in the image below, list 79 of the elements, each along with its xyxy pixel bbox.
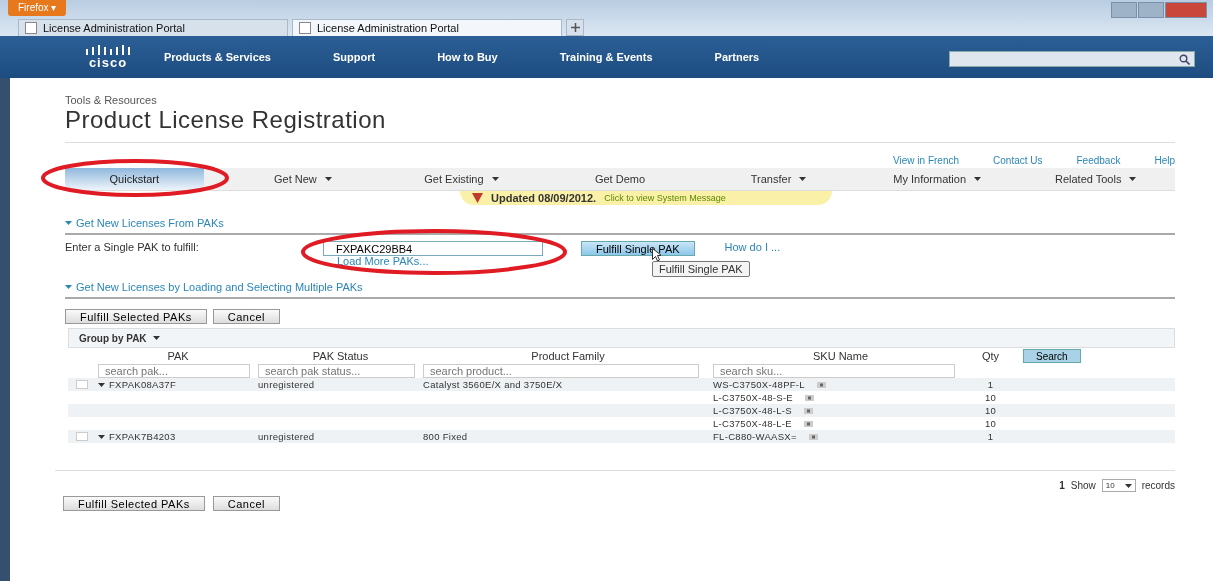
caret-icon (1124, 483, 1132, 488)
search-icon[interactable] (1179, 53, 1190, 65)
fulfill-single-pak-button[interactable]: Fulfill Single PAK (581, 241, 695, 256)
logo-bars-icon (86, 44, 130, 55)
table-cell: FXPAK08A37F (109, 379, 177, 390)
nav-tab[interactable]: Transfer (699, 168, 858, 190)
browser-tab[interactable]: License Administration Portal (18, 19, 288, 36)
table-cell: 10 (984, 392, 997, 403)
message-link[interactable]: Click to view System Message (604, 193, 726, 203)
show-label: Show (1070, 480, 1096, 491)
search-field[interactable] (949, 51, 1195, 67)
table-cell: FL-C880-WAASX= (713, 431, 797, 442)
action-button[interactable]: Cancel (212, 309, 281, 324)
how-do-i-link[interactable]: How do I ... (724, 241, 781, 253)
nav-tab[interactable]: Get New (223, 168, 383, 190)
table-cell: WS-C3750X-48PF-L (713, 379, 805, 390)
column-header: Qty (981, 350, 1000, 362)
caret-icon (98, 382, 105, 387)
table-cell: 1 (987, 431, 994, 442)
group-by-dropdown[interactable]: Group by PAK (68, 328, 1175, 348)
nav-tab[interactable]: Get Existing (382, 168, 541, 190)
column-header: Product Family (531, 350, 605, 362)
row-checkbox[interactable] (76, 432, 88, 441)
table-cell: 10 (984, 405, 997, 416)
nav-link[interactable]: Partners (714, 51, 760, 63)
page-title: Product License Registration (65, 106, 1175, 143)
nav-link[interactable]: Training & Events (559, 51, 653, 63)
new-tab-icon[interactable] (566, 19, 584, 36)
nav-link[interactable]: Products & Services (164, 51, 271, 63)
filter-field[interactable]: search product... (423, 364, 699, 378)
tooltip: Fulfill Single PAK (652, 261, 750, 277)
nav-link[interactable]: How to Buy (437, 51, 498, 63)
table-cell: 800 Fixed (423, 431, 468, 442)
table-cell: Catalyst 3560E/X and 3750E/X (423, 379, 563, 390)
logo[interactable]: cisco (88, 54, 128, 70)
page-size-select[interactable]: 10 (1101, 479, 1136, 492)
caret-icon (98, 434, 105, 439)
load-more-link[interactable]: Load More PAKs... (323, 256, 543, 267)
table-cell: unregistered (258, 379, 315, 390)
caret-icon (65, 285, 72, 289)
search-button[interactable]: Search (1023, 349, 1081, 363)
breadcrumb: Tools & Resources (65, 94, 158, 106)
nav-link[interactable]: Support (333, 51, 376, 63)
action-button[interactable]: Cancel (212, 496, 281, 511)
table-cell: L-C3750X-48-L-E (713, 418, 792, 429)
message-title: Updated 08/09/2012. (491, 192, 597, 204)
action-button[interactable]: Fulfill Selected PAKs (65, 309, 207, 324)
records-label: records (1141, 480, 1175, 491)
browser-tab[interactable]: License Administration Portal (292, 19, 562, 36)
nav-tab[interactable]: Get Demo (540, 168, 700, 190)
table-cell: FXPAK7B4203 (109, 431, 176, 442)
table-cell: unregistered (258, 431, 315, 442)
warning-icon (472, 193, 483, 203)
utility-link[interactable]: Feedback (1076, 155, 1121, 166)
page-number[interactable]: 1 (1059, 480, 1065, 491)
caret-icon (65, 221, 72, 225)
utility-link[interactable]: Contact Us (993, 155, 1043, 166)
filter-field[interactable]: search pak status... (258, 364, 415, 378)
nav-tab[interactable]: Quickstart (65, 168, 204, 190)
pak-input[interactable]: FXPAKC29BB4 (323, 241, 543, 256)
nav-tab[interactable]: My Information (857, 168, 1017, 190)
nav-tab[interactable]: Related Tools (1016, 168, 1175, 190)
column-header: PAK (167, 350, 189, 362)
table-cell: 10 (984, 418, 997, 429)
filter-field[interactable]: search pak... (98, 364, 250, 378)
table-cell: 1 (987, 379, 994, 390)
column-header: PAK Status (312, 350, 369, 362)
table-cell: L-C3750X-48-S-E (713, 392, 793, 403)
row-checkbox[interactable] (76, 380, 88, 389)
column-header: SKU Name (813, 350, 868, 362)
action-button[interactable]: Fulfill Selected PAKs (63, 496, 205, 511)
utility-link[interactable]: View in French (893, 155, 960, 166)
field-label: Enter a Single PAK to fulfill: (65, 241, 200, 253)
section-toggle[interactable]: Get New Licenses From PAKs (76, 217, 224, 229)
caret-icon (152, 336, 160, 340)
utility-link[interactable]: Help (1154, 155, 1175, 166)
section-toggle[interactable]: Get New Licenses by Loading and Selecting Multiple PAKs (76, 281, 363, 293)
filter-field[interactable]: search sku... (713, 364, 956, 378)
table-cell: L-C3750X-48-L-S (713, 405, 792, 416)
